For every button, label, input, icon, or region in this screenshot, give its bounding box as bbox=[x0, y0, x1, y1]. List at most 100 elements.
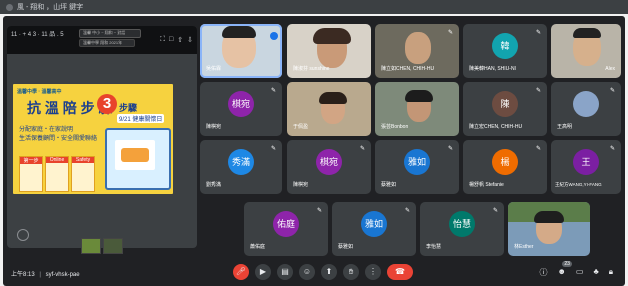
participant-avatar: 棋宛 bbox=[228, 91, 254, 117]
participant-name: Alex bbox=[605, 66, 615, 72]
participant-tile[interactable]: 陳淑芬 sunshine bbox=[287, 24, 371, 78]
mic-off-icon: ✎ bbox=[404, 208, 410, 214]
slide-subtitle: 分配家庭・在家說明 生活保養顧問・安全關愛聯絡 bbox=[19, 126, 97, 144]
participant-name: 李怡慧 bbox=[426, 244, 442, 250]
participant-tile[interactable]: 佑庭 ✎ 蕭佑庭 bbox=[244, 202, 328, 256]
people-icon[interactable]: ☻ 23 bbox=[558, 261, 572, 278]
meeting-info: 上午8:13 | syf-vhsk-pae bbox=[11, 269, 80, 278]
slide-step-label-3: Safety bbox=[72, 157, 94, 163]
participant-tile[interactable]: 王 ✎ 王紀方WANG,YI-FANG bbox=[551, 140, 621, 194]
participant-tile[interactable]: 雅如 ✎ 蔡雅如 bbox=[375, 140, 459, 194]
slide-subtitle-line-1: 分配家庭・在家說明 bbox=[19, 127, 74, 133]
mic-off-icon: ✎ bbox=[535, 146, 541, 152]
participant-tile[interactable]: ✎ 陳立如CHEN, CHIH-HU bbox=[375, 24, 459, 78]
participant-tile[interactable]: 雅如 ✎ 蔡雅如 bbox=[332, 202, 416, 256]
camera-toggle-button[interactable]: ▶︎ bbox=[255, 264, 271, 280]
mic-off-icon: ✎ bbox=[359, 146, 365, 152]
presentation-tile[interactable]: 11 · + 4 3 · 11 品 . 5 溫馨 中小 ~ 翔和 ~ 對話 溫馨… bbox=[7, 26, 197, 248]
participant-tile[interactable]: 棋宛 ✎ 陳棋宛 bbox=[200, 82, 282, 136]
participant-avatar: 佑庭 bbox=[273, 211, 299, 237]
participant-tile[interactable]: 韓 ✎ 陳美韓HAN, SHIU-NI bbox=[463, 24, 547, 78]
fullscreen-icon[interactable]: ⛶ bbox=[160, 36, 165, 44]
slide-illustration bbox=[105, 128, 171, 190]
mic-off-icon: ✎ bbox=[270, 88, 276, 94]
presentation-toolbar-left: 11 · + 4 3 · 11 品 . 5 bbox=[11, 29, 64, 38]
toolbar-controls-label: 11 · + 4 3 · 11 品 . 5 bbox=[11, 31, 64, 38]
desktop: 風 - 翔和 ，山坪 鍵字 11 · + 4 3 · 11 品 . 5 溫馨 中… bbox=[0, 0, 628, 286]
participant-hair bbox=[313, 28, 351, 44]
meeting-time: 上午8:13 bbox=[11, 272, 35, 278]
url-bar-2: 溫馨中學 翔和 2021年 bbox=[79, 39, 135, 47]
download-icon[interactable]: ⇩ bbox=[187, 36, 193, 44]
camera-icon: ▶︎ bbox=[259, 267, 267, 276]
window-titlebar: 風 - 翔和 ，山坪 鍵字 bbox=[0, 0, 628, 14]
participant-tile[interactable]: 秀滿 ✎ 劉秀滿 bbox=[200, 140, 282, 194]
more-vert-icon: ⋮ bbox=[369, 267, 377, 276]
participant-tile[interactable]: 張芸Bonbon bbox=[375, 82, 459, 136]
participant-name: 楊舒帆 Stefanie bbox=[469, 182, 504, 188]
participant-name: 王高明 bbox=[557, 124, 573, 130]
slide-step-tile-1: 第一步 bbox=[19, 156, 43, 192]
slide-step-number: 3 bbox=[97, 94, 117, 114]
filmstrip-thumb-1[interactable] bbox=[81, 238, 101, 254]
filmstrip-thumb-2[interactable] bbox=[103, 238, 123, 254]
participant-name: 于佩盈 bbox=[293, 124, 309, 130]
window-icon bbox=[6, 3, 13, 11]
participant-video bbox=[405, 32, 431, 64]
mic-toggle-button[interactable]: 🎤︎ bbox=[233, 264, 249, 280]
meeting-details-icon[interactable]: ⓘ bbox=[540, 267, 548, 278]
window-icon[interactable]: □ bbox=[169, 36, 173, 44]
captions-button[interactable]: ▤ bbox=[277, 264, 293, 280]
participant-name: 陳立宏CHEN, CHIH-HU bbox=[469, 124, 523, 130]
more-options-button[interactable]: ⋮ bbox=[365, 264, 381, 280]
host-controls-icon[interactable]: 🔒︎ bbox=[609, 267, 613, 278]
filmstrip bbox=[81, 238, 123, 254]
participant-hair bbox=[573, 28, 601, 38]
slide-date: 9/21 健康關懷日 bbox=[117, 114, 165, 123]
mic-off-icon: ✎ bbox=[535, 30, 541, 36]
slide-org-logo: 溫馨中學 · 溫馨高中 bbox=[17, 89, 62, 95]
captions-icon: ▤ bbox=[281, 267, 289, 276]
url-bar-1: 溫馨 中小 ~ 翔和 ~ 對話 bbox=[79, 29, 141, 38]
participant-hair bbox=[319, 92, 347, 104]
participant-name: 吳佑霖 bbox=[206, 66, 222, 72]
meet-window: 11 · + 4 3 · 11 品 . 5 溫馨 中小 ~ 翔和 ~ 對話 溫馨… bbox=[3, 16, 625, 286]
mic-off-icon: ✎ bbox=[270, 146, 276, 152]
chat-icon[interactable]: ▭ bbox=[576, 267, 584, 278]
participant-tile[interactable]: 陳 ✎ 陳立宏CHEN, CHIH-HU bbox=[463, 82, 547, 136]
participant-avatar: 秀滿 bbox=[228, 149, 254, 175]
upload-icon[interactable]: ⇧ bbox=[177, 36, 183, 44]
leave-call-button[interactable]: ☎︎ bbox=[387, 264, 413, 280]
presentation-toolbar: 11 · + 4 3 · 11 品 . 5 溫馨 中小 ~ 翔和 ~ 對話 溫馨… bbox=[7, 26, 197, 54]
participant-name: 陳淑芬 sunshine bbox=[293, 66, 330, 72]
presentation-info-icon[interactable] bbox=[17, 229, 29, 241]
participant-tile[interactable]: 于佩盈 bbox=[287, 82, 371, 136]
present-button[interactable]: ⬆ bbox=[321, 264, 337, 280]
participant-tile[interactable]: 怡慧 ✎ 李怡慧 bbox=[420, 202, 504, 256]
participant-name: 蔡雅如 bbox=[338, 244, 354, 250]
participant-tile[interactable]: ✎ 王高明 bbox=[551, 82, 621, 136]
emoji-icon: ☺ bbox=[302, 267, 312, 276]
shared-slide: 溫馨中學 · 溫馨高中 抗 溫 陪 步 驟 3 步驟 9/21 健康關懷日 分配… bbox=[13, 84, 173, 194]
participant-count-badge: 23 bbox=[562, 261, 572, 267]
participant-name: 陳立如CHEN, CHIH-HU bbox=[381, 66, 435, 72]
slide-step-label-1: 第一步 bbox=[20, 157, 42, 164]
activities-icon[interactable]: ♣ bbox=[593, 267, 598, 278]
participant-tile[interactable]: 棋宛 ✎ 陳棋宛 bbox=[287, 140, 371, 194]
mic-off-icon: ✎ bbox=[447, 30, 453, 36]
participant-avatar: 陳 bbox=[492, 91, 518, 117]
call-controls: 🎤︎ ▶︎ ▤ ☺ ⬆ ✋︎ ⋮ ☎︎ bbox=[233, 264, 413, 280]
participant-tile[interactable]: Alex bbox=[551, 24, 621, 78]
participant-tile[interactable]: 楊 ✎ 楊舒帆 Stefanie bbox=[463, 140, 547, 194]
participant-avatar bbox=[573, 91, 599, 117]
meeting-info-separator: | bbox=[39, 272, 41, 278]
mic-off-icon: ✎ bbox=[535, 88, 541, 94]
raise-hand-button[interactable]: ✋︎ bbox=[343, 264, 359, 280]
participant-tile[interactable]: 吳佑霖 bbox=[200, 24, 282, 78]
participant-hair bbox=[534, 211, 564, 223]
participant-name: 蔡雅如 bbox=[381, 182, 397, 188]
participant-hair bbox=[405, 90, 433, 102]
slide-step-tile-2: Online bbox=[45, 156, 69, 192]
participant-tile[interactable]: 林Esther bbox=[508, 202, 590, 256]
emoji-button[interactable]: ☺ bbox=[299, 264, 315, 280]
